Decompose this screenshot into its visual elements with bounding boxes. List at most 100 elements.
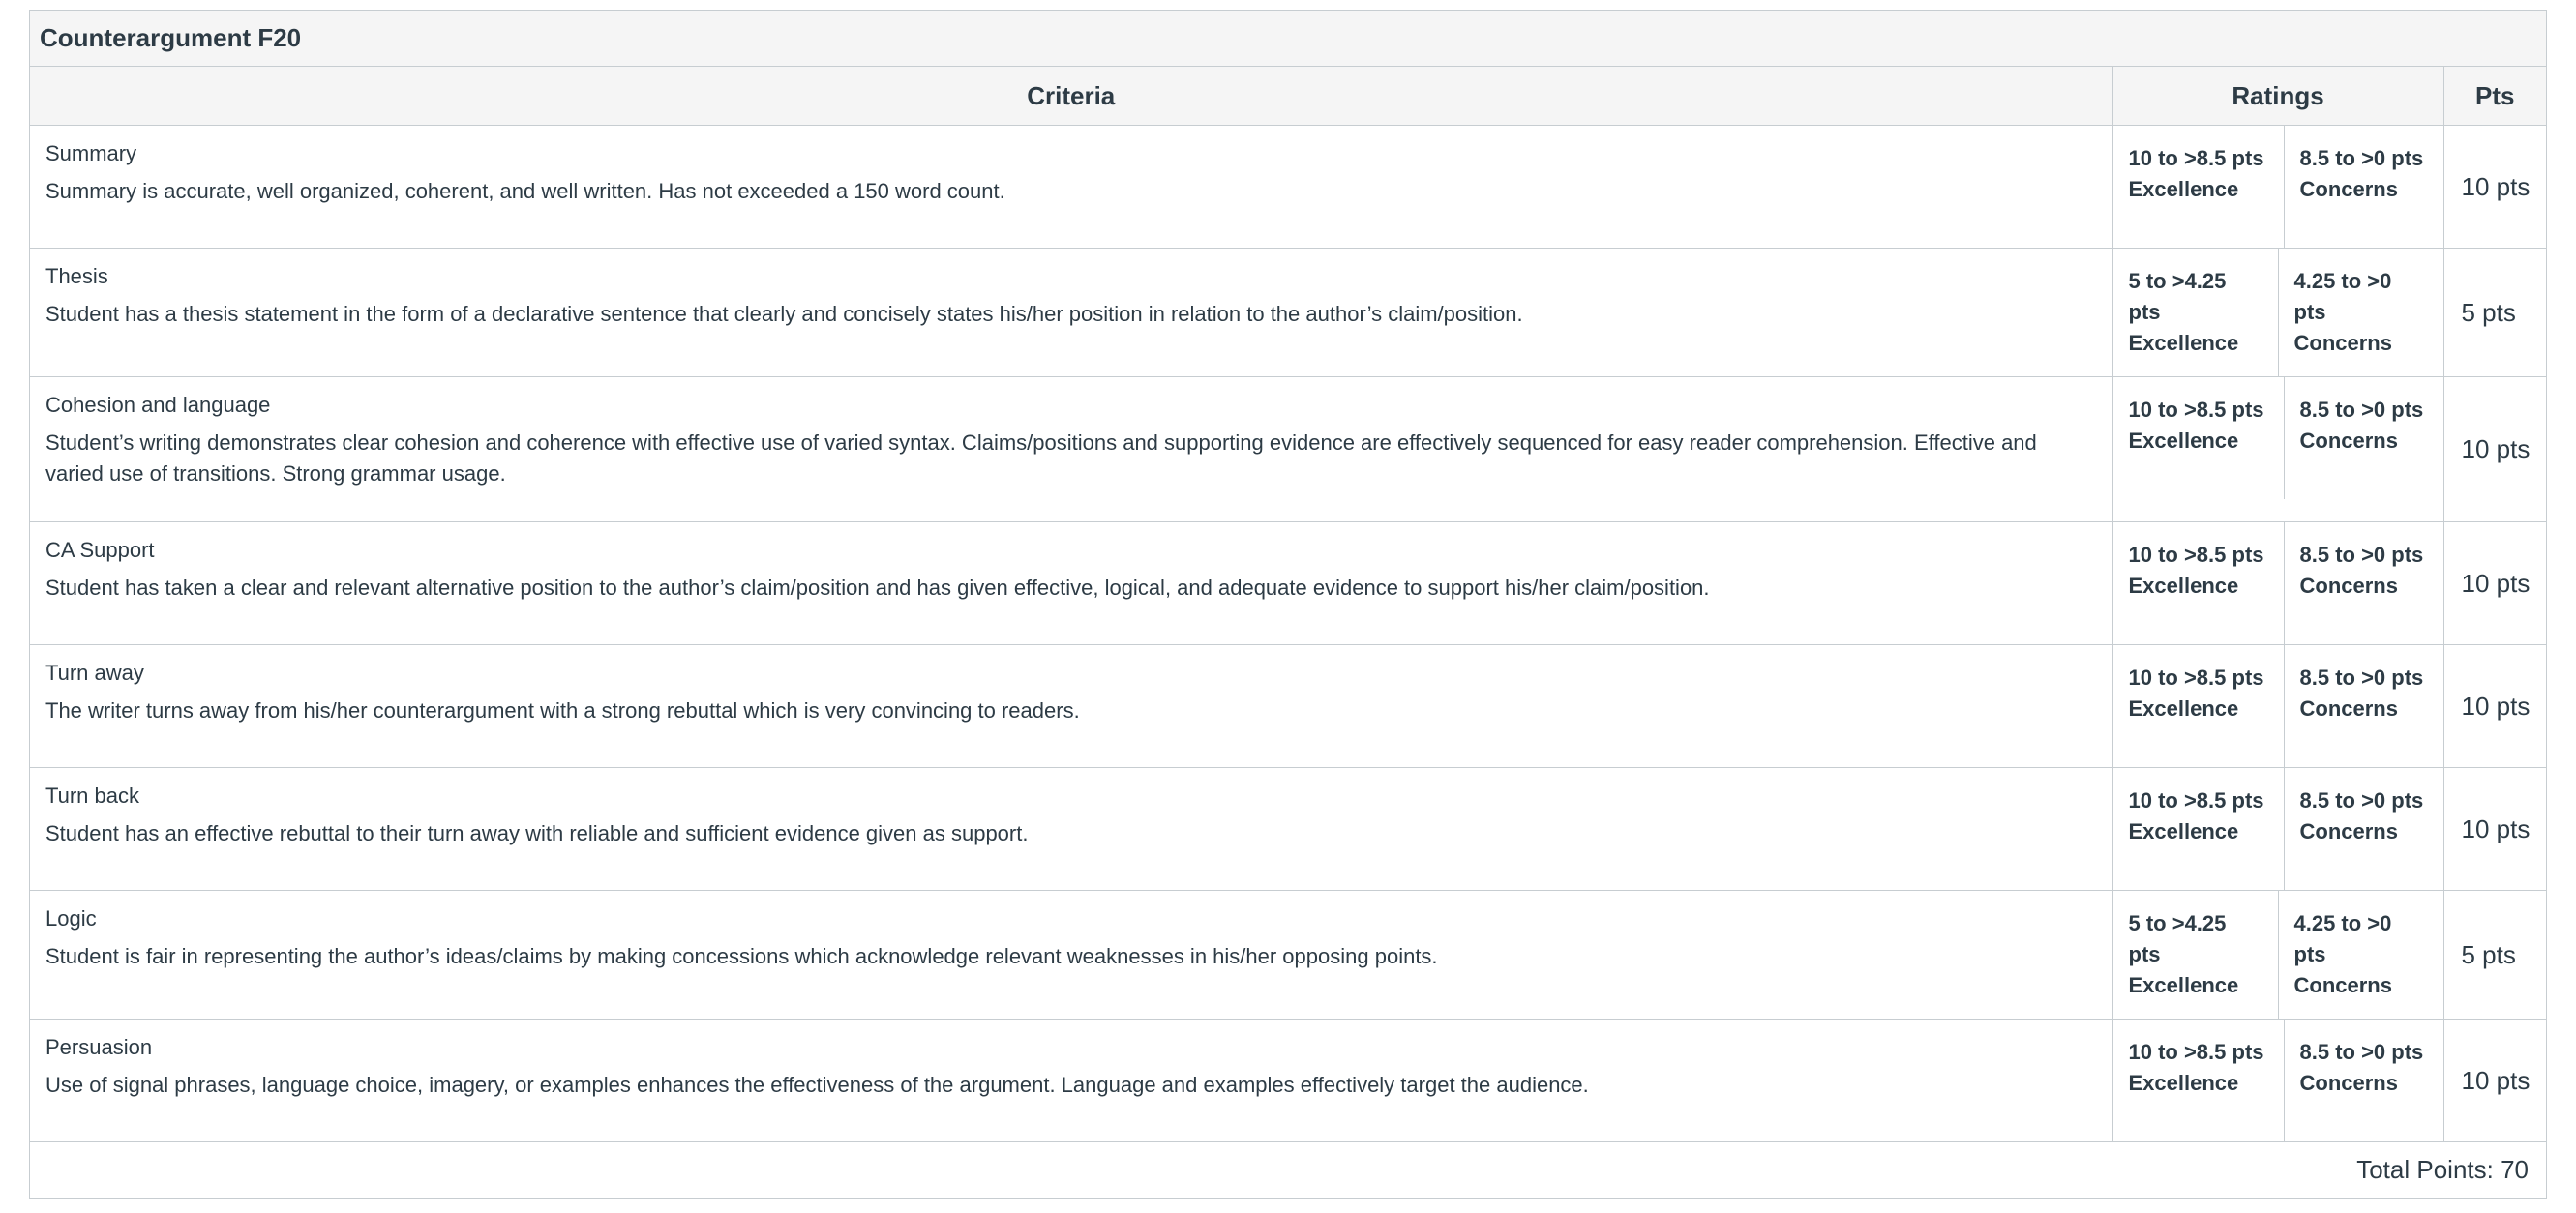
criterion-points: 10 pts xyxy=(2442,376,2546,522)
rating-range: 10 to >8.5 pts xyxy=(2128,543,2264,567)
rating-excellence: 10 to >8.5 pts Excellence xyxy=(2113,522,2284,644)
criterion-row: Turn back Student has an effective rebut… xyxy=(30,767,2546,891)
pts-header: Pts xyxy=(2442,67,2546,126)
rating-range: 10 to >8.5 pts xyxy=(2128,146,2264,170)
criterion-title: Summary xyxy=(45,141,137,165)
criterion-title: Turn away xyxy=(45,661,144,685)
criterion-points: 10 pts xyxy=(2442,767,2546,891)
rating-label: Excellence xyxy=(2128,819,2239,843)
criterion-cell: Turn away The writer turns away from his… xyxy=(30,644,2113,768)
rating-range: 8.5 to >0 pts xyxy=(2299,398,2424,422)
rating-concerns: 8.5 to >0 pts Concerns xyxy=(2283,645,2443,767)
ratings-cell: 10 to >8.5 pts Excellence 8.5 to >0 pts … xyxy=(2112,644,2444,768)
criterion-description: Student has an effective rebuttal to the… xyxy=(45,821,1029,845)
criterion-description: Student has taken a clear and relevant a… xyxy=(45,576,1710,600)
ratings-group: 5 to >4.25 pts Excellence 4.25 to >0 pts… xyxy=(2113,249,2443,376)
rubric-table: Criteria Ratings Pts Summary Summary is … xyxy=(30,67,2546,1198)
rating-concerns: 8.5 to >0 pts Concerns xyxy=(2283,522,2443,644)
rating-label: Excellence xyxy=(2128,1071,2239,1095)
criterion-title: Thesis xyxy=(45,264,108,288)
rating-label: Excellence xyxy=(2128,574,2239,598)
rating-label: Excellence xyxy=(2128,331,2239,355)
criterion-title: Logic xyxy=(45,906,97,931)
criterion-title: Persuasion xyxy=(45,1035,153,1059)
rating-range: 4.25 to >0 pts xyxy=(2293,911,2392,966)
ratings-header: Ratings xyxy=(2112,67,2444,126)
criterion-points: 5 pts xyxy=(2442,248,2546,377)
rating-label: Concerns xyxy=(2299,1071,2398,1095)
rating-range: 8.5 to >0 pts xyxy=(2299,543,2424,567)
criterion-cell: Persuasion Use of signal phrases, langua… xyxy=(30,1019,2113,1142)
rating-label: Concerns xyxy=(2293,331,2392,355)
criterion-cell: Logic Student is fair in representing th… xyxy=(30,890,2113,1020)
criterion-points: 10 pts xyxy=(2442,644,2546,768)
criterion-points: 10 pts xyxy=(2442,521,2546,645)
rating-concerns: 4.25 to >0 pts Concerns xyxy=(2277,891,2443,1019)
rating-excellence: 5 to >4.25 pts Excellence xyxy=(2113,249,2278,376)
criterion-description: Use of signal phrases, language choice, … xyxy=(45,1073,1589,1097)
ratings-group: 10 to >8.5 pts Excellence 8.5 to >0 pts … xyxy=(2113,645,2443,767)
rating-excellence: 5 to >4.25 pts Excellence xyxy=(2113,891,2278,1019)
criterion-points: 10 pts xyxy=(2442,1019,2546,1142)
rating-range: 8.5 to >0 pts xyxy=(2299,146,2424,170)
criteria-header: Criteria xyxy=(30,67,2113,126)
rating-label: Concerns xyxy=(2299,819,2398,843)
total-row: Total Points: 70 xyxy=(30,1141,2546,1198)
criterion-row: Cohesion and language Student’s writing … xyxy=(30,376,2546,522)
rubric: Counterargument F20 Criteria Ratings Pts… xyxy=(29,10,2547,1199)
total-points: Total Points: 70 xyxy=(30,1141,2546,1198)
criterion-description: Student is fair in representing the auth… xyxy=(45,944,1438,968)
rating-label: Excellence xyxy=(2128,973,2239,997)
rating-range: 10 to >8.5 pts xyxy=(2128,666,2264,690)
ratings-cell: 10 to >8.5 pts Excellence 8.5 to >0 pts … xyxy=(2112,125,2444,249)
rating-range: 8.5 to >0 pts xyxy=(2299,1040,2424,1064)
rating-label: Concerns xyxy=(2299,429,2398,453)
rating-label: Concerns xyxy=(2299,574,2398,598)
criterion-cell: CA Support Student has taken a clear and… xyxy=(30,521,2113,645)
rating-label: Excellence xyxy=(2128,696,2239,721)
criterion-description: Summary is accurate, well organized, coh… xyxy=(45,179,1005,203)
ratings-group: 10 to >8.5 pts Excellence 8.5 to >0 pts … xyxy=(2113,768,2443,890)
ratings-cell: 10 to >8.5 pts Excellence 8.5 to >0 pts … xyxy=(2112,1019,2444,1142)
rating-excellence: 10 to >8.5 pts Excellence xyxy=(2113,377,2284,499)
rating-range: 10 to >8.5 pts xyxy=(2128,398,2264,422)
criterion-title: Turn back xyxy=(45,784,140,808)
criterion-row: Logic Student is fair in representing th… xyxy=(30,890,2546,1020)
criterion-row: Thesis Student has a thesis statement in… xyxy=(30,248,2546,377)
ratings-group: 10 to >8.5 pts Excellence 8.5 to >0 pts … xyxy=(2113,1020,2443,1141)
rating-range: 10 to >8.5 pts xyxy=(2128,788,2264,813)
ratings-cell: 10 to >8.5 pts Excellence 8.5 to >0 pts … xyxy=(2112,767,2444,891)
header-row: Criteria Ratings Pts xyxy=(30,67,2546,126)
rating-excellence: 10 to >8.5 pts Excellence xyxy=(2113,1020,2284,1141)
rating-range: 5 to >4.25 pts xyxy=(2128,269,2227,324)
rating-concerns: 4.25 to >0 pts Concerns xyxy=(2277,249,2443,376)
rating-range: 8.5 to >0 pts xyxy=(2299,788,2424,813)
rating-excellence: 10 to >8.5 pts Excellence xyxy=(2113,768,2284,890)
rating-label: Concerns xyxy=(2299,696,2398,721)
criterion-title: CA Support xyxy=(45,538,155,562)
criterion-description: Student’s writing demonstrates clear coh… xyxy=(45,430,2037,486)
rubric-body: Summary Summary is accurate, well organi… xyxy=(30,125,2546,1142)
criterion-row: Turn away The writer turns away from his… xyxy=(30,644,2546,768)
rating-concerns: 8.5 to >0 pts Concerns xyxy=(2283,126,2443,248)
rating-excellence: 10 to >8.5 pts Excellence xyxy=(2113,645,2284,767)
rating-range: 10 to >8.5 pts xyxy=(2128,1040,2264,1064)
ratings-cell: 5 to >4.25 pts Excellence 4.25 to >0 pts… xyxy=(2112,248,2444,377)
criterion-cell: Cohesion and language Student’s writing … xyxy=(30,376,2113,522)
criterion-cell: Turn back Student has an effective rebut… xyxy=(30,767,2113,891)
ratings-cell: 10 to >8.5 pts Excellence 8.5 to >0 pts … xyxy=(2112,521,2444,645)
criterion-row: Persuasion Use of signal phrases, langua… xyxy=(30,1019,2546,1142)
criterion-description: The writer turns away from his/her count… xyxy=(45,698,1080,723)
criterion-cell: Summary Summary is accurate, well organi… xyxy=(30,125,2113,249)
criterion-points: 5 pts xyxy=(2442,890,2546,1020)
rating-range: 8.5 to >0 pts xyxy=(2299,666,2424,690)
rating-label: Excellence xyxy=(2128,177,2239,201)
rating-label: Excellence xyxy=(2128,429,2239,453)
rating-concerns: 8.5 to >0 pts Concerns xyxy=(2283,377,2443,499)
rubric-title: Counterargument F20 xyxy=(30,11,2546,67)
ratings-cell: 5 to >4.25 pts Excellence 4.25 to >0 pts… xyxy=(2112,890,2444,1020)
ratings-group: 10 to >8.5 pts Excellence 8.5 to >0 pts … xyxy=(2113,126,2443,248)
criterion-description: Student has a thesis statement in the fo… xyxy=(45,302,1523,326)
ratings-cell: 10 to >8.5 pts Excellence 8.5 to >0 pts … xyxy=(2112,376,2444,522)
criterion-row: CA Support Student has taken a clear and… xyxy=(30,521,2546,645)
